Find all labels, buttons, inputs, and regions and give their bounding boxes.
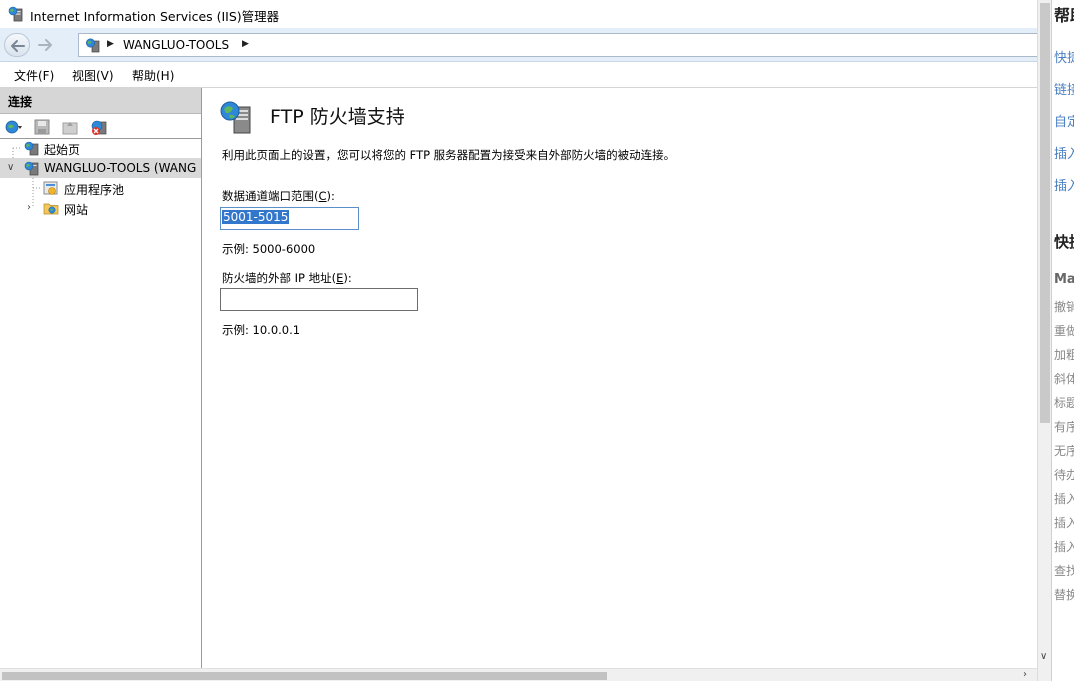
vertical-scroll-thumb[interactable]: [1040, 3, 1050, 423]
title-bar: Internet Information Services (IIS)管理器: [0, 0, 1037, 28]
tree-label-sites: 网站: [64, 203, 89, 217]
window-title: Internet Information Services (IIS)管理器: [30, 9, 280, 24]
port-range-input[interactable]: 5001-5015: [220, 207, 359, 230]
menu-help[interactable]: 帮助(H): [132, 67, 174, 84]
page-description: 利用此页面上的设置，您可以将您的 FTP 服务器配置为接受来自外部防火墙的被动连…: [222, 148, 676, 162]
connections-header: 连接: [0, 88, 201, 114]
help-link[interactable]: 插入: [1054, 175, 1074, 194]
ftp-firewall-icon: [220, 101, 251, 134]
scroll-down-icon[interactable]: ∨: [1040, 651, 1047, 662]
help-link[interactable]: 快捷: [1054, 47, 1074, 66]
connect-icon[interactable]: [4, 118, 22, 136]
server-icon: [24, 161, 39, 176]
vertical-scrollbar[interactable]: ∨: [1037, 0, 1051, 681]
external-ip-input[interactable]: [220, 288, 418, 311]
feature-page: FTP 防火墙支持 利用此页面上的设置，您可以将您的 FTP 服务器配置为接受来…: [207, 88, 1037, 668]
port-range-label: 数据通道端口范围(C):: [222, 188, 335, 204]
help-section-title: 快捷: [1054, 233, 1074, 251]
menu-file[interactable]: 文件(F): [14, 67, 54, 84]
external-ip-label: 防火墙的外部 IP 地址(E):: [222, 270, 352, 286]
help-item: 无序: [1054, 444, 1074, 458]
tree-item-server[interactable]: ∨ WANGLUO-TOOLS (WANG: [0, 158, 201, 178]
help-item: 撤销: [1054, 300, 1074, 314]
connections-pane: 连接 起始页 ∨ WANGLUO-TOOLS (WANG 应用程序池 › 网站: [0, 88, 202, 668]
navigation-bar: ▶ WANGLUO-TOOLS ▶: [0, 28, 1037, 62]
help-item: 斜体: [1054, 372, 1074, 386]
help-item: 替换: [1054, 588, 1074, 602]
help-item: 插入: [1054, 540, 1074, 554]
port-range-example: 示例: 5000-6000: [222, 242, 316, 256]
help-link[interactable]: 插入: [1054, 143, 1074, 162]
external-ip-label-suffix: ):: [343, 271, 352, 285]
help-panel: 帮助 快捷 链接 自定 插入 插入 快捷 Ma 撤销 重做 加粗 斜体 标题 有…: [1051, 0, 1074, 681]
help-item: 重做: [1054, 324, 1074, 338]
help-item: 插入: [1054, 492, 1074, 506]
help-item: 有序: [1054, 420, 1074, 434]
external-ip-example: 示例: 10.0.0.1: [222, 323, 301, 337]
back-button[interactable]: [4, 33, 30, 57]
collapse-chevron-icon[interactable]: ∨: [7, 162, 14, 173]
forward-arrow-icon: [38, 39, 52, 51]
iis-manager-window: Internet Information Services (IIS)管理器 ▶…: [0, 0, 1037, 681]
help-item: 待办: [1054, 468, 1074, 482]
tree-label-start-page: 起始页: [44, 143, 81, 157]
external-ip-label-text: 防火墙的外部 IP 地址(: [222, 271, 337, 285]
menu-view[interactable]: 视图(V): [72, 67, 114, 84]
start-page-icon: [24, 141, 39, 156]
disconnect-icon[interactable]: [90, 118, 108, 136]
expand-chevron-icon[interactable]: ›: [27, 202, 31, 213]
scroll-right-icon[interactable]: ›: [1023, 669, 1027, 680]
help-link[interactable]: 链接: [1054, 79, 1074, 98]
save-icon[interactable]: [33, 118, 51, 136]
port-range-label-text: 数据通道端口范围(: [222, 189, 319, 203]
sites-folder-icon: [43, 203, 59, 215]
breadcrumb-separator-icon[interactable]: ▶: [242, 39, 249, 49]
port-range-value: 5001-5015: [222, 210, 290, 224]
page-title: FTP 防火墙支持: [270, 106, 405, 128]
back-arrow-icon: [11, 40, 25, 52]
tree-item-app-pools[interactable]: 应用程序池: [0, 178, 201, 198]
up-folder-icon[interactable]: [61, 118, 79, 136]
help-item: 标题: [1054, 396, 1074, 410]
tree-item-start-page[interactable]: 起始页: [0, 138, 201, 158]
port-range-label-suffix: ):: [326, 189, 335, 203]
horizontal-scrollbar[interactable]: ›: [0, 668, 1037, 681]
breadcrumb-server[interactable]: WANGLUO-TOOLS: [123, 38, 229, 52]
apppool-icon: [43, 181, 58, 195]
horizontal-scroll-thumb[interactable]: [2, 672, 607, 680]
breadcrumb-separator-icon[interactable]: ▶: [107, 39, 114, 49]
help-link[interactable]: 自定: [1054, 111, 1074, 130]
menu-bar: 文件(F) 视图(V) 帮助(H): [0, 62, 1037, 88]
iis-app-icon: [8, 6, 23, 22]
port-range-accesskey: C: [318, 189, 327, 203]
help-item: 查找: [1054, 564, 1074, 578]
tree-label-app-pools: 应用程序池: [64, 183, 125, 197]
tree-label-server: WANGLUO-TOOLS (WANG: [44, 161, 197, 175]
help-title: 帮助: [1054, 6, 1074, 25]
connections-toolbar: [0, 114, 201, 139]
address-box[interactable]: ▶ WANGLUO-TOOLS ▶: [78, 33, 1037, 57]
forward-button[interactable]: [32, 33, 58, 57]
tree-item-sites[interactable]: › 网站: [0, 198, 201, 218]
help-item: 加粗: [1054, 348, 1074, 362]
help-subsection-title: Ma: [1054, 272, 1074, 287]
globe-server-icon: [86, 38, 100, 53]
help-item: 插入: [1054, 516, 1074, 530]
